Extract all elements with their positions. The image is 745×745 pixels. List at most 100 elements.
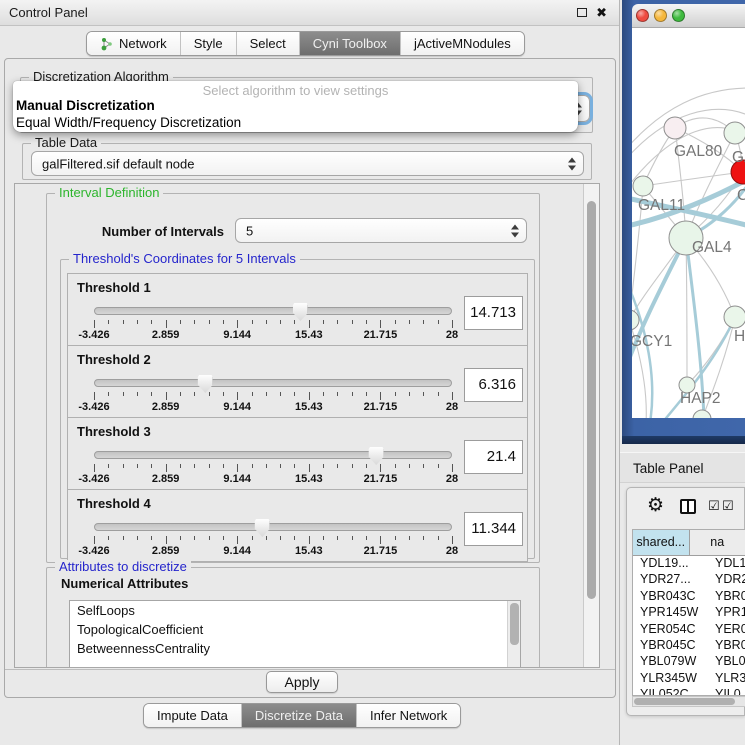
slider-ticks (94, 392, 452, 401)
threshold-value-field[interactable]: 21.4 (464, 440, 523, 474)
tab-select[interactable]: Select (236, 32, 299, 55)
table-h-scrollbar-thumb[interactable] (634, 698, 735, 705)
threshold-slider[interactable] (94, 307, 452, 315)
checkbox-icon[interactable]: ☑ (708, 498, 720, 514)
threshold-slider[interactable] (94, 523, 452, 531)
node-table[interactable]: shared... na YDL19...YDL1YDR27...YDR2YBR… (632, 529, 745, 696)
tick-mark (309, 536, 310, 544)
table-row[interactable]: YPR145WYPR1 (633, 605, 745, 621)
tick-mark (423, 392, 424, 396)
tick-mark (452, 536, 453, 544)
tick-mark (266, 464, 267, 468)
tab-infer-network[interactable]: Infer Network (356, 704, 460, 727)
tick-label: -3.426 (78, 329, 109, 341)
tick-mark (280, 536, 281, 540)
slider-thumb[interactable] (255, 519, 270, 537)
dropdown-item-equal-width-frequency[interactable]: Equal Width/Frequency Discretization (13, 114, 578, 131)
table-row[interactable]: YDL19...YDL1 (633, 556, 745, 572)
table-h-scrollbar[interactable] (632, 696, 745, 707)
dropdown-placeholder-item[interactable]: Select algorithm to view settings (13, 81, 578, 97)
tick-mark (323, 320, 324, 324)
column-header-name[interactable]: na (690, 530, 745, 555)
table-row[interactable]: YDR27...YDR2 (633, 572, 745, 588)
tick-mark (309, 320, 310, 328)
table-cell: YIL0 (706, 687, 745, 696)
panel-scrollbar-thumb[interactable] (587, 201, 596, 599)
tick-mark (380, 392, 381, 400)
tick-mark (94, 392, 95, 400)
algorithm-dropdown-popup: Select algorithm to view settings Manual… (13, 81, 578, 132)
threshold-slider[interactable] (94, 451, 452, 459)
node-label: GCY1 (632, 333, 672, 350)
network-window-titlebar[interactable] (632, 4, 745, 28)
tick-mark (94, 464, 95, 472)
tab-style[interactable]: Style (180, 32, 236, 55)
apply-button[interactable]: Apply (266, 671, 338, 693)
attribute-item[interactable]: BetweennessCentrality (70, 639, 520, 658)
network-canvas[interactable]: GAL80GACGAL11GAL4GCY1HHAP2 (632, 28, 745, 418)
table-panel-bar: Table Panel (620, 452, 745, 483)
attribute-item[interactable]: TopologicalCoefficient (70, 620, 520, 639)
tick-label: 9.144 (223, 473, 251, 485)
tab-impute-data[interactable]: Impute Data (144, 704, 241, 727)
tick-mark (438, 392, 439, 396)
table-data-combobox[interactable]: galFiltered.sif default node (31, 151, 584, 176)
tick-label: -3.426 (78, 545, 109, 557)
slider-thumb[interactable] (293, 303, 308, 321)
dropdown-item-manual-discretization[interactable]: Manual Discretization (13, 97, 578, 114)
list-scrollbar[interactable] (507, 601, 520, 668)
tab-cyni-toolbox[interactable]: Cyni Toolbox (299, 32, 400, 55)
slider-tick-labels: -3.4262.8599.14415.4321.71528 (94, 401, 452, 413)
table-header-row: shared... na (633, 530, 745, 556)
slider-thumb[interactable] (369, 447, 384, 465)
slider-ticks (94, 320, 452, 329)
tick-mark (194, 392, 195, 396)
tick-label: 15.43 (295, 545, 323, 557)
numerical-attributes-list[interactable]: SelfLoopsTopologicalCoefficientBetweenne… (69, 600, 521, 668)
tab-network[interactable]: Network (87, 32, 180, 55)
number-of-intervals-combobox[interactable]: 5 (235, 218, 527, 243)
close-traffic-light-icon[interactable] (636, 9, 649, 22)
tab-label: jActiveMNodules (414, 36, 511, 51)
tick-mark (337, 464, 338, 468)
threshold-slider[interactable] (94, 379, 452, 387)
network-node[interactable] (724, 306, 745, 328)
tick-label: -3.426 (78, 473, 109, 485)
network-node[interactable] (693, 410, 711, 418)
threshold-value-field[interactable]: 14.713 (464, 296, 523, 330)
table-row[interactable]: YBR043CYBR0 (633, 589, 745, 605)
tick-label: 28 (446, 545, 458, 557)
checkbox-icon[interactable]: ☑ (722, 498, 734, 514)
tick-mark (94, 536, 95, 544)
zoom-traffic-light-icon[interactable] (672, 9, 685, 22)
threshold-value-field[interactable]: 11.344 (464, 512, 523, 546)
table-row[interactable]: YBR045CYBR0 (633, 638, 745, 654)
columns-icon[interactable] (680, 499, 696, 514)
network-node[interactable] (633, 176, 653, 196)
tick-mark (237, 392, 238, 400)
table-row[interactable]: YLR345WYLR3 (633, 671, 745, 687)
minimize-traffic-light-icon[interactable] (654, 9, 667, 22)
network-node[interactable] (664, 117, 686, 139)
tick-mark (323, 392, 324, 396)
tab-jactivemnodules[interactable]: jActiveMNodules (400, 32, 524, 55)
table-row[interactable]: YBL079WYBL0 (633, 654, 745, 670)
attribute-item[interactable]: SelfLoops (70, 601, 520, 620)
table-cell: YER0 (706, 622, 745, 638)
tick-mark (294, 464, 295, 468)
tick-label: 9.144 (223, 401, 251, 413)
column-header-shared[interactable]: shared... (633, 530, 690, 555)
gear-icon[interactable]: ⚙ (647, 494, 664, 517)
numerical-attributes-label: Numerical Attributes (61, 576, 188, 591)
threshold-value-field[interactable]: 6.316 (464, 368, 523, 402)
list-scrollbar-thumb[interactable] (510, 603, 519, 645)
float-window-icon[interactable] (577, 8, 587, 17)
panel-scrollbar[interactable] (583, 184, 599, 667)
tab-discretize-data[interactable]: Discretize Data (241, 704, 356, 727)
table-row[interactable]: YER054CYER0 (633, 622, 745, 638)
network-node[interactable] (724, 122, 745, 144)
close-icon[interactable]: ✖ (596, 6, 607, 20)
settings-scroll-panel: Interval Definition Number of Intervals … (14, 183, 600, 668)
table-row[interactable]: YIL052CYIL0 (633, 687, 745, 696)
slider-thumb[interactable] (198, 375, 213, 393)
